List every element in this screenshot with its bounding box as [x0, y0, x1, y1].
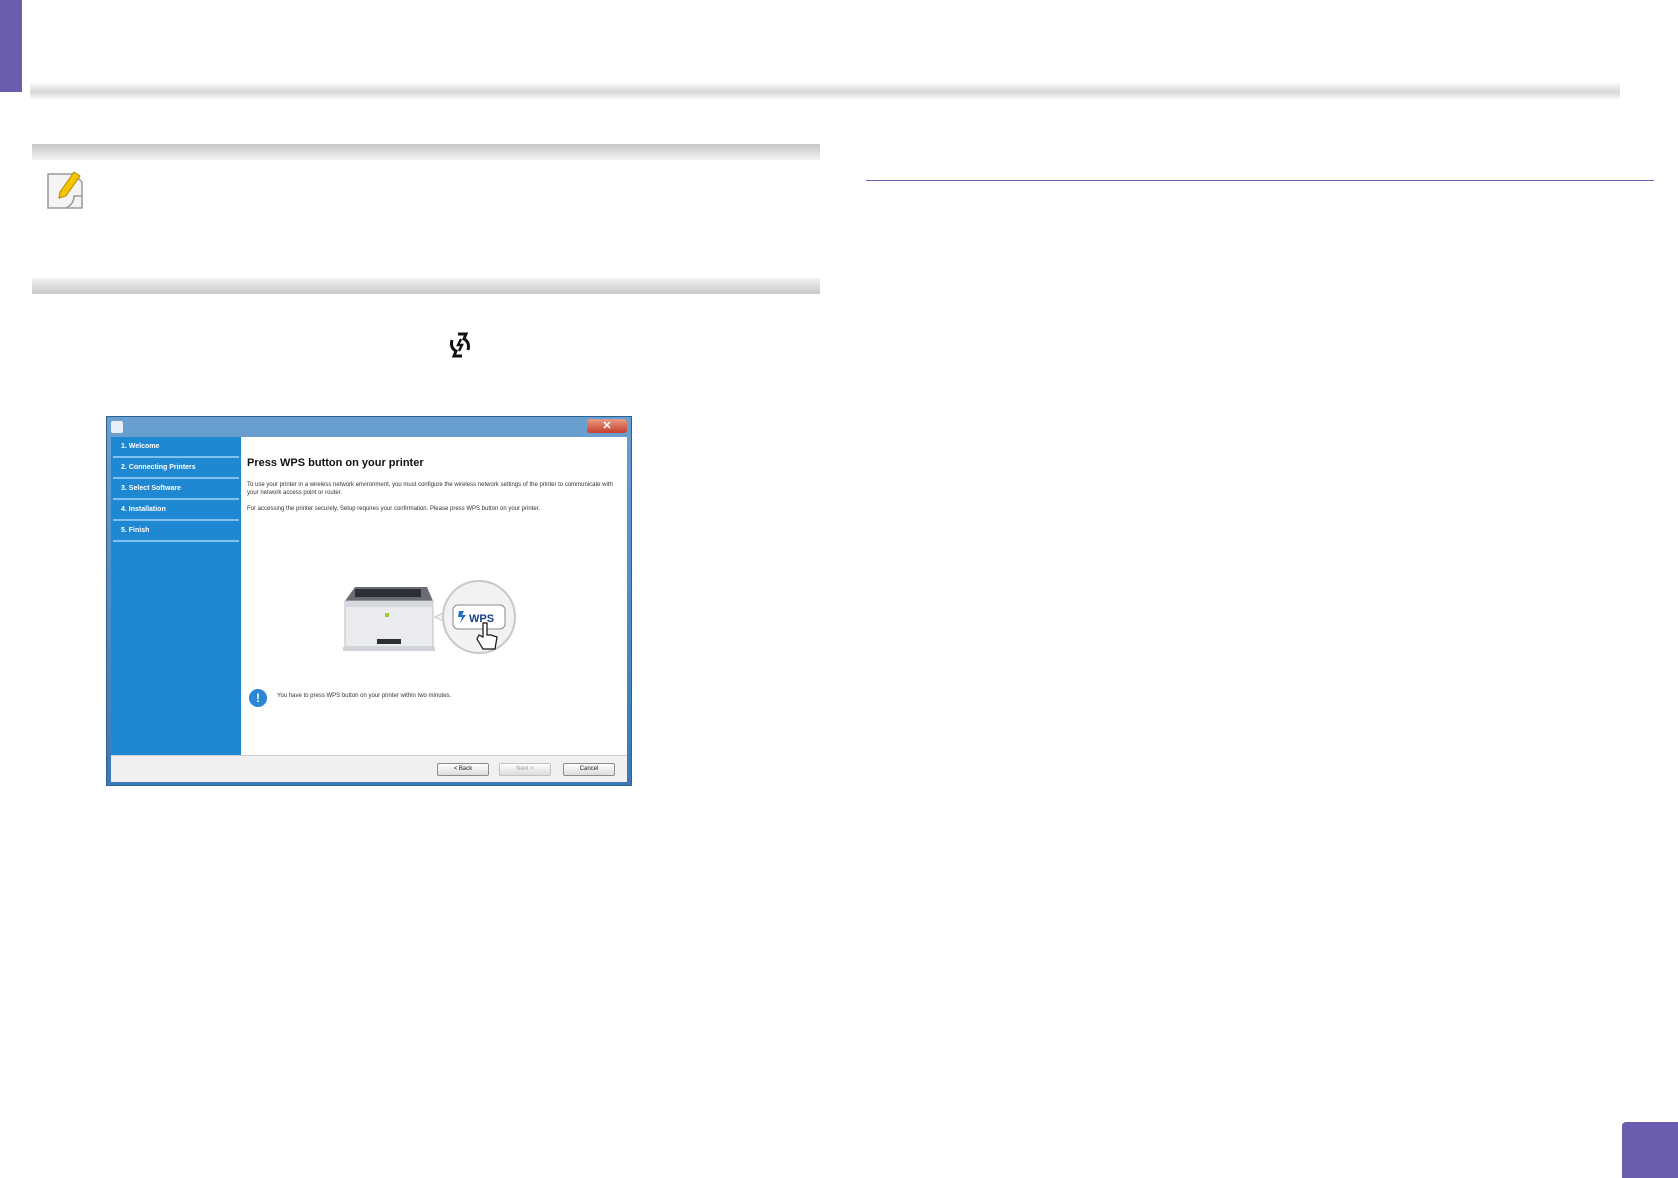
step-installation: 4. Installation — [113, 500, 239, 521]
step-finish: 5. Finish — [113, 521, 239, 542]
step-welcome: 1. Welcome — [113, 437, 239, 458]
step-select-software: 3. Select Software — [113, 479, 239, 500]
close-icon[interactable]: ✕ — [587, 419, 627, 433]
dialog-paragraph-2: For accessing the printer securely, Setu… — [247, 506, 541, 512]
header-rule — [30, 82, 1620, 100]
cancel-button[interactable]: Cancel — [563, 763, 615, 776]
dialog-heading: Press WPS button on your printer — [247, 457, 424, 469]
step-connecting-printers: 2. Connecting Printers — [113, 458, 239, 479]
dialog-content: Press WPS button on your printer To use … — [241, 437, 627, 755]
wps-icon — [450, 332, 470, 358]
back-button[interactable]: < Back — [437, 763, 489, 776]
section-rule — [866, 180, 1654, 181]
app-icon — [111, 421, 123, 433]
info-message: You have to press WPS button on your pri… — [277, 693, 452, 699]
dialog-footer: < Back Next > Cancel — [111, 755, 627, 782]
installer-dialog-screenshot: ✕ 1. Welcome 2. Connecting Printers 3. S… — [106, 416, 632, 786]
note-top-bar — [32, 144, 820, 160]
note-bottom-bar — [32, 278, 820, 294]
next-button[interactable]: Next > — [499, 763, 551, 776]
dialog-titlebar: ✕ — [107, 417, 631, 437]
printer-illustration — [343, 587, 435, 651]
side-accent-bar — [0, 0, 22, 92]
wps-label: WPS — [469, 613, 494, 625]
dialog-client-area: 1. Welcome 2. Connecting Printers 3. Sel… — [111, 437, 627, 782]
printer-wps-illustration: WPS — [343, 580, 516, 654]
steps-sidebar: 1. Welcome 2. Connecting Printers 3. Sel… — [111, 437, 241, 755]
page-number-badge — [1622, 1122, 1678, 1178]
note-pencil-icon — [47, 171, 83, 209]
info-icon: ! — [249, 689, 267, 707]
dialog-paragraph-1: To use your printer in a wireless networ… — [247, 482, 613, 496]
